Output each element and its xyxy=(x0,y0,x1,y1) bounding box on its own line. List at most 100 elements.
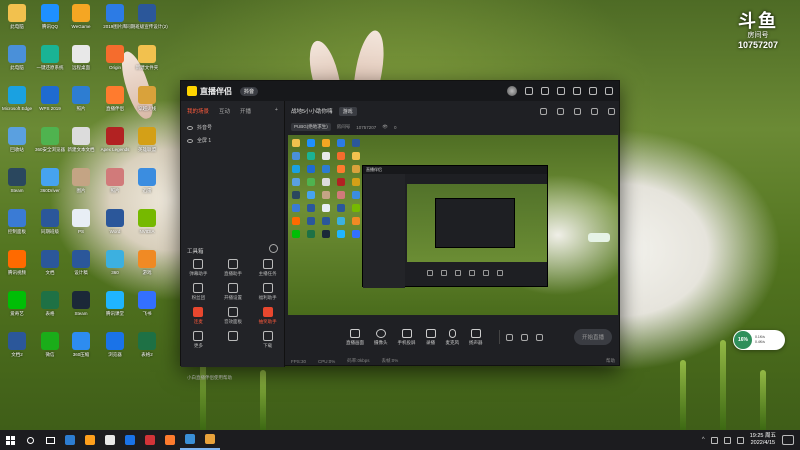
desktop-icon[interactable]: 腾讯QQ xyxy=(35,4,65,29)
desktop-icon[interactable]: 腾讯视频 xyxy=(2,250,32,275)
desktop-icon[interactable]: 同期班级 xyxy=(35,209,65,234)
desktop-icon[interactable]: 360压缩 xyxy=(66,332,96,357)
desktop-icon[interactable]: 照片 xyxy=(100,168,130,193)
toolbox-item[interactable]: 抽奖助手 xyxy=(250,307,285,325)
task-view-button[interactable] xyxy=(40,430,60,450)
message-icon[interactable] xyxy=(525,87,533,95)
taskbar-app[interactable] xyxy=(100,430,120,450)
desktop-icon[interactable]: 新建文件夹 xyxy=(132,45,162,70)
toolbox-item[interactable]: 直播助手 xyxy=(216,259,251,277)
desktop-icon[interactable]: 直播伴侣 xyxy=(100,86,130,111)
desktop-icon[interactable]: 控制面板 xyxy=(2,209,32,234)
taskbar-search-button[interactable] xyxy=(20,430,40,450)
record-video-icon[interactable] xyxy=(505,333,513,341)
history-clock-icon[interactable] xyxy=(269,244,278,253)
desktop-icon[interactable]: 设计稿 xyxy=(66,250,96,275)
toolbox-item[interactable] xyxy=(216,331,251,349)
network-speed-widget[interactable]: 16% 0.1K/s 0.4K/s xyxy=(733,330,785,350)
taskbar-app[interactable] xyxy=(120,430,140,450)
desktop-icon[interactable]: 表格2 xyxy=(132,332,162,357)
share-icon[interactable] xyxy=(540,107,547,115)
taskbar-app[interactable] xyxy=(180,430,200,450)
start-live-button[interactable]: 开始直播 xyxy=(573,329,612,345)
desktop-icon[interactable]: 此电脑 xyxy=(2,4,32,29)
desktop-icon[interactable]: NVIDIA xyxy=(132,209,162,234)
microphone-button[interactable]: 麦克风 xyxy=(446,328,459,346)
speaker-button[interactable]: 扬声器 xyxy=(469,328,483,346)
tab-scenes[interactable]: 我的场景 xyxy=(187,107,209,115)
desktop-icon[interactable]: 360安全浏览器 xyxy=(35,127,65,152)
desktop-icon[interactable]: Steam xyxy=(66,291,96,316)
desktop-icon[interactable]: 新建文本文档 xyxy=(66,127,96,152)
toolbox-item[interactable]: 开播设置 xyxy=(216,283,251,301)
desktop-icon[interactable]: Steam xyxy=(2,168,32,193)
scene-item[interactable]: 全屏 1 xyxy=(181,134,284,147)
menu-icon[interactable] xyxy=(557,87,565,95)
toolbox-item[interactable]: 更多 xyxy=(181,331,216,349)
desktop-icon[interactable]: Origin xyxy=(100,45,130,70)
taskbar-clock[interactable]: 19:25 周五 2022/4/15 xyxy=(750,433,776,447)
desktop-icon[interactable]: 一键还原系统 xyxy=(35,45,65,70)
gift-icon[interactable] xyxy=(557,107,564,115)
toolbox-item[interactable]: 主播任务 xyxy=(250,259,285,277)
user-avatar[interactable] xyxy=(507,86,517,96)
toolbox-item[interactable]: 下载 xyxy=(250,331,285,349)
close-icon[interactable] xyxy=(605,87,613,95)
network-icon[interactable] xyxy=(710,436,718,444)
desktop-icon[interactable]: 腾讯课堂 xyxy=(100,291,130,316)
desktop-icon[interactable]: 360 xyxy=(100,250,130,275)
toolbox-item[interactable]: 连麦 xyxy=(181,307,216,325)
status-help[interactable]: 帮助 xyxy=(606,358,615,364)
visibility-eye-icon[interactable] xyxy=(187,138,193,143)
desktop-icon[interactable]: 文档2 xyxy=(2,332,32,357)
record-button[interactable]: 录播 xyxy=(425,328,436,346)
desktop-icon[interactable]: 游戏 xyxy=(132,250,162,275)
desktop-icon[interactable]: WeGame xyxy=(66,4,96,29)
toolbox-item[interactable]: 福利助手 xyxy=(250,283,285,301)
screen-capture-button[interactable]: 直播画面 xyxy=(346,328,364,346)
desktop-icon[interactable]: WPS 2019 xyxy=(35,86,65,111)
desktop-icon[interactable]: 浏览器 xyxy=(100,332,130,357)
tab-broadcast[interactable]: 开播 xyxy=(240,107,251,115)
desktop-icon[interactable]: 360Driver xyxy=(35,168,65,193)
start-button[interactable] xyxy=(0,430,20,450)
desktop-icon[interactable]: PS xyxy=(66,209,96,234)
minimize-icon[interactable] xyxy=(573,87,581,95)
desktop-icon[interactable]: 飞书 xyxy=(132,291,162,316)
help-link[interactable]: 小白直播伴侣使用帮助 xyxy=(187,375,232,381)
ime-icon[interactable] xyxy=(736,436,744,444)
desktop-icon[interactable]: 迅雷 xyxy=(132,168,162,193)
desktop-icon[interactable]: Apex Legends xyxy=(100,127,130,152)
tray-chevron-icon[interactable]: ^ xyxy=(702,437,705,443)
desktop-icon[interactable]: Microsoft Edge xyxy=(2,86,32,111)
settings-icon[interactable] xyxy=(541,87,549,95)
link-icon[interactable] xyxy=(608,107,615,115)
desktop-icon[interactable]: 微信 xyxy=(35,332,65,357)
taskbar-app[interactable] xyxy=(80,430,100,450)
desktop-icon[interactable]: 穿越火线 xyxy=(132,86,162,111)
settings-gear-icon[interactable] xyxy=(535,333,543,341)
scene-item[interactable]: 抖音号 xyxy=(181,121,284,134)
taskbar-app[interactable] xyxy=(140,430,160,450)
desktop-icon[interactable]: 文档 xyxy=(35,250,65,275)
desktop-icon[interactable]: 远程桌面 xyxy=(66,45,96,70)
desktop-icon[interactable]: 此电脑 xyxy=(2,45,32,70)
toolbox-item[interactable]: 粉丝团 xyxy=(181,283,216,301)
volume-icon[interactable] xyxy=(723,436,731,444)
desktop-icon[interactable]: 图片 xyxy=(66,168,96,193)
desktop-icon[interactable]: 同期班级宣传设计(2) xyxy=(126,4,168,29)
toolbox-item[interactable]: 音效面板 xyxy=(216,307,251,325)
bell-icon[interactable] xyxy=(591,107,598,115)
phone-cast-button[interactable]: 手机投屏 xyxy=(398,328,416,346)
desktop-icon[interactable]: Word xyxy=(100,209,130,234)
category-select[interactable]: PUBG(绝地求生) xyxy=(291,123,331,131)
privacy-icon[interactable] xyxy=(520,333,528,341)
stream-title[interactable]: 战地5小小助你嗨 xyxy=(291,107,333,115)
taskbar-app[interactable] xyxy=(200,430,220,450)
toolbox-item[interactable]: 弹幕助手 xyxy=(181,259,216,277)
camera-button[interactable]: 摄像头 xyxy=(374,328,388,346)
stream-tag[interactable]: 游戏 xyxy=(338,106,357,116)
taskbar-app[interactable] xyxy=(60,430,80,450)
shop-icon[interactable] xyxy=(574,107,581,115)
desktop-icon[interactable]: 爱奇艺 xyxy=(2,291,32,316)
